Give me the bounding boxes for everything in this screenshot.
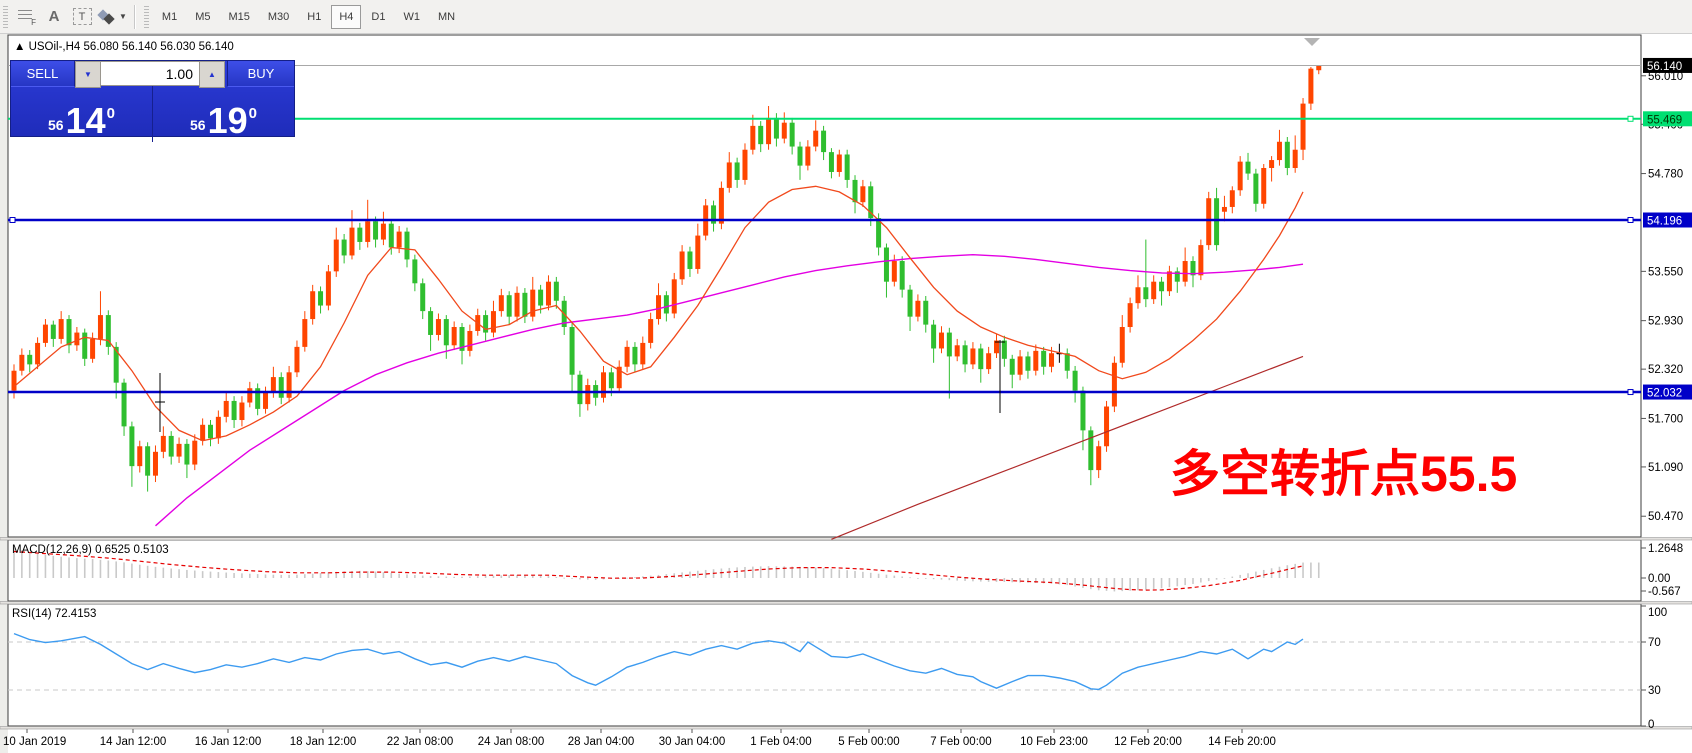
timeframe-group: M1M5M15M30H1H4D1W1MN bbox=[153, 5, 464, 29]
pane-splitter[interactable] bbox=[0, 538, 1692, 541]
toolbar: F A T ▼ M1M5M15M30H1H4D1W1MN bbox=[0, 0, 1692, 34]
macd-label: MACD(12,26,9) 0.6525 0.5103 bbox=[12, 544, 169, 556]
text-label-button[interactable]: T bbox=[69, 4, 95, 30]
macd-axis-label: -0.567 bbox=[1648, 586, 1681, 598]
buy-price-sup: 0 bbox=[249, 105, 257, 122]
sell-price-small: 56 bbox=[48, 117, 64, 133]
time-axis-label: 28 Jan 04:00 bbox=[568, 736, 635, 748]
volume-increase-button[interactable]: ▲ bbox=[199, 61, 225, 88]
price-axis-label: 51.700 bbox=[1648, 413, 1683, 425]
time-axis-label: 22 Jan 08:00 bbox=[387, 736, 454, 748]
toolbar-separator bbox=[134, 5, 136, 29]
price-axis-label: 52.320 bbox=[1648, 364, 1683, 376]
time-axis-label: 14 Feb 20:00 bbox=[1208, 736, 1276, 748]
macd-axis-label: 0.00 bbox=[1648, 573, 1670, 585]
letter-t-icon: T bbox=[73, 8, 92, 25]
time-axis-label: 14 Jan 12:00 bbox=[100, 736, 167, 748]
toolbar-grip[interactable] bbox=[144, 6, 149, 28]
volume-decrease-button[interactable]: ▼ bbox=[75, 61, 101, 88]
price-axis-label: 51.090 bbox=[1648, 462, 1683, 474]
price-axis-label: 53.550 bbox=[1648, 266, 1683, 278]
chevron-down-icon: ▼ bbox=[119, 12, 127, 21]
one-click-trade-panel: SELL ▼ ▲ BUY 56 14 0 56 19 0 bbox=[10, 60, 295, 137]
rsi-label: RSI(14) 72.4153 bbox=[12, 608, 96, 620]
buy-button[interactable]: BUY bbox=[227, 61, 294, 87]
timeframe-button-mn[interactable]: MN bbox=[430, 5, 463, 29]
time-axis-label: 18 Jan 12:00 bbox=[290, 736, 357, 748]
toolbar-grip[interactable] bbox=[3, 6, 8, 28]
time-axis-label: 10 Jan 2019 bbox=[3, 736, 66, 748]
sell-price-big: 14 bbox=[66, 106, 106, 136]
symbol-ohlc-header: ▲ USOil-,H4 56.080 56.140 56.030 56.140 bbox=[14, 41, 234, 53]
time-axis-label: 30 Jan 04:00 bbox=[659, 736, 726, 748]
rsi-axis-label: 100 bbox=[1648, 607, 1667, 619]
rsi-axis-label: 30 bbox=[1648, 685, 1661, 697]
buy-price-big: 19 bbox=[208, 106, 248, 136]
sell-button[interactable]: SELL bbox=[11, 61, 75, 87]
time-axis-label: 1 Feb 04:00 bbox=[750, 736, 811, 748]
price-axis-label: 54.780 bbox=[1648, 169, 1683, 181]
left-window-border bbox=[0, 33, 8, 753]
timeframe-button-w1[interactable]: W1 bbox=[395, 5, 428, 29]
time-axis-label: 7 Feb 00:00 bbox=[930, 736, 991, 748]
price-badge-label: 55.469 bbox=[1647, 114, 1682, 126]
mt4-window: 56.01055.40054.78053.55052.93052.32051.7… bbox=[0, 0, 1692, 753]
sell-price-display[interactable]: 56 14 0 bbox=[11, 86, 153, 142]
buy-price-small: 56 bbox=[190, 117, 206, 133]
text-style-button[interactable]: A bbox=[41, 4, 67, 30]
line-handle[interactable] bbox=[1628, 116, 1633, 121]
timeframe-button-m5[interactable]: M5 bbox=[187, 5, 218, 29]
macd-axis-label: 1.2648 bbox=[1648, 543, 1683, 555]
sell-price-sup: 0 bbox=[107, 105, 115, 122]
price-axis-label: 52.930 bbox=[1648, 316, 1683, 328]
shapes-icon bbox=[98, 10, 116, 24]
price-axis-label: 50.470 bbox=[1648, 511, 1683, 523]
timeframe-button-d1[interactable]: D1 bbox=[363, 5, 393, 29]
rsi-axis-label: 70 bbox=[1648, 637, 1661, 649]
line-handle[interactable] bbox=[1628, 218, 1633, 223]
price-badge-label: 54.196 bbox=[1647, 216, 1682, 228]
timeframe-button-m15[interactable]: M15 bbox=[220, 5, 257, 29]
time-axis-label: 12 Feb 20:00 bbox=[1114, 736, 1182, 748]
rsi-axis-label: 0 bbox=[1648, 719, 1654, 731]
line-handle[interactable] bbox=[1628, 390, 1633, 395]
price-badge-label: 56.140 bbox=[1647, 61, 1682, 73]
chinese-annotation-text: 多空转折点55.5 bbox=[1170, 446, 1517, 502]
time-axis-label: 10 Feb 23:00 bbox=[1020, 736, 1088, 748]
time-axis-label: 24 Jan 08:00 bbox=[478, 736, 545, 748]
volume-input[interactable] bbox=[101, 61, 199, 86]
letter-a-icon: A bbox=[49, 8, 60, 25]
chart-grid-f-icon[interactable]: F bbox=[13, 4, 39, 30]
time-axis-label: 16 Jan 12:00 bbox=[195, 736, 262, 748]
timeframe-button-m1[interactable]: M1 bbox=[154, 5, 185, 29]
timeframe-button-h1[interactable]: H1 bbox=[299, 5, 329, 29]
line-handle[interactable] bbox=[10, 218, 15, 223]
shapes-tool-button[interactable]: ▼ bbox=[97, 4, 128, 30]
pane-splitter[interactable] bbox=[0, 602, 1692, 605]
pane-splitter[interactable] bbox=[0, 727, 1692, 730]
timeframe-button-m30[interactable]: M30 bbox=[260, 5, 297, 29]
buy-price-display[interactable]: 56 19 0 bbox=[153, 86, 294, 142]
price-badge-label: 52.032 bbox=[1647, 388, 1682, 400]
time-axis-label: 5 Feb 00:00 bbox=[838, 736, 899, 748]
timeframe-button-h4[interactable]: H4 bbox=[331, 5, 361, 29]
grid-dots-icon: F bbox=[18, 10, 34, 23]
